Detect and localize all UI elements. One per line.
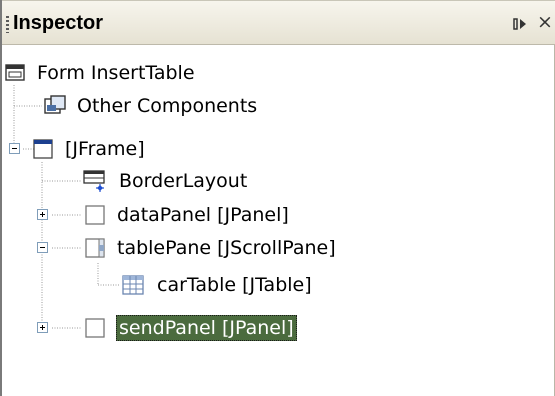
- panel-icon: [82, 202, 108, 228]
- inspector-panel: Inspector × Form InsertTable Other Compo…: [0, 0, 555, 396]
- tree-node-datapanel[interactable]: dataPanel [JPanel]: [82, 201, 292, 229]
- tree-node-sendpanel[interactable]: sendPanel [JPanel]: [82, 314, 297, 342]
- sendpanel-expand-toggle[interactable]: [37, 322, 48, 333]
- tree-node-cartable[interactable]: carTable [JTable]: [120, 271, 315, 299]
- jframe-collapse-toggle[interactable]: [9, 143, 20, 154]
- tree-node-label: tablePane [JScrollPane]: [117, 237, 336, 259]
- tablepane-collapse-toggle[interactable]: [37, 242, 48, 253]
- components-icon: [42, 93, 68, 119]
- inspector-titlebar[interactable]: Inspector ×: [2, 0, 555, 45]
- tree-node-label: dataPanel [JPanel]: [117, 204, 289, 226]
- tree-node-form[interactable]: Form InsertTable: [2, 59, 198, 87]
- tree-node-label: Form InsertTable: [37, 62, 195, 84]
- datapanel-expand-toggle[interactable]: [37, 209, 48, 220]
- minimize-dock-icon[interactable]: [512, 16, 528, 32]
- tree-node-label: [JFrame]: [65, 138, 145, 160]
- panel-icon: [82, 315, 108, 341]
- drag-grip-icon[interactable]: [6, 16, 9, 33]
- form-icon: [2, 60, 28, 86]
- tree-node-jframe[interactable]: [JFrame]: [30, 135, 148, 163]
- frame-icon: [30, 136, 56, 162]
- tree-node-label: Other Components: [77, 95, 258, 117]
- tree-node-label: carTable [JTable]: [157, 274, 312, 296]
- layout-icon: [82, 168, 108, 194]
- tree-node-label: sendPanel [JPanel]: [116, 315, 297, 341]
- table-icon: [120, 272, 146, 298]
- panel-title: Inspector: [13, 12, 104, 34]
- component-tree: Form InsertTable Other Components [JFram…: [2, 45, 555, 396]
- scrollpane-icon: [82, 235, 108, 261]
- tree-node-borderlayout[interactable]: BorderLayout: [82, 167, 250, 195]
- close-icon[interactable]: ×: [537, 12, 555, 32]
- tree-node-label: BorderLayout: [119, 170, 248, 192]
- tree-node-tablepane[interactable]: tablePane [JScrollPane]: [82, 234, 339, 262]
- tree-node-other-components[interactable]: Other Components: [42, 92, 260, 120]
